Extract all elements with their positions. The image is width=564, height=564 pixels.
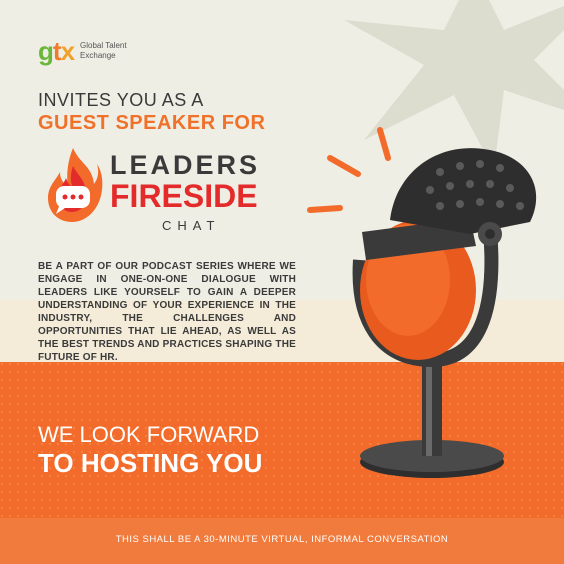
logo-tagline-line1: Global Talent [80,41,127,50]
leaders-fireside-chat-brand: LEADERS FIRESIDE CHAT [42,146,282,238]
logo-tagline-line2: Exchange [80,51,116,60]
cta-line2: TO HOSTING YOU [38,448,263,478]
logo-letter-t: t [52,36,62,66]
logo-letter-g: g [38,36,54,66]
gtx-logo: gtx Global Talent Exchange [38,38,150,64]
invites-heading: INVITES YOU AS A [38,90,204,110]
flame-chat-icon [48,148,103,222]
guest-speaker-heading: GUEST SPEAKER FOR [38,112,266,134]
brand-leaders-text: LEADERS [110,150,261,180]
invitation-poster: gtx Global Talent Exchange INVITES YOU A… [0,0,564,564]
brand-fireside-text: FIRESIDE [110,178,258,214]
cta-line1: WE LOOK FORWARD [38,422,260,447]
footer-note: THIS SHALL BE A 30-MINUTE VIRTUAL, INFOR… [115,534,449,545]
gtx-logo-mark: gtx [38,36,76,66]
description-paragraph: BE A PART OF OUR PODCAST SERIES WHERE WE… [38,261,296,363]
logo-tagline: Global Talent Exchange [80,41,150,61]
logo-letter-x: x [60,36,76,66]
microphone-icon [307,127,537,478]
brand-chat-text: CHAT [162,218,221,233]
